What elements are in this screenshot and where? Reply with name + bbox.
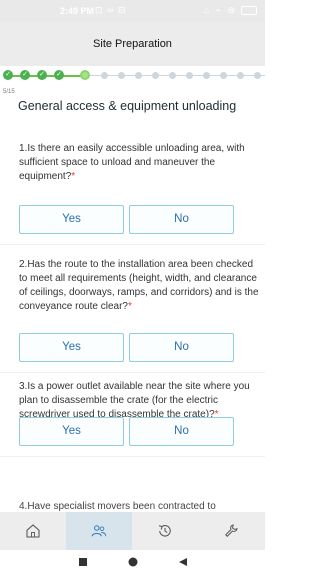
question-text: 1.Is there an easily accessible unloadin…	[19, 143, 245, 182]
divider	[0, 456, 265, 457]
step-done-icon[interactable]: ✓	[54, 70, 64, 80]
home-button-icon[interactable]	[127, 557, 139, 569]
back-icon[interactable]	[178, 557, 188, 567]
question-text: 2.Has the route to the installation area…	[19, 259, 259, 312]
no-button[interactable]: No	[129, 417, 234, 446]
home-icon	[26, 524, 40, 538]
divider	[0, 244, 265, 245]
divider	[0, 372, 265, 373]
step-pending-icon[interactable]	[135, 71, 142, 79]
step-pending-icon[interactable]	[152, 71, 159, 79]
nav-people[interactable]	[66, 512, 132, 550]
step-current-icon[interactable]	[80, 70, 90, 80]
signal-wifi-icons: ⌂ ⌁ ⊜	[203, 5, 237, 15]
system-nav-bar	[0, 550, 265, 575]
people-icon	[91, 525, 107, 537]
step-pending-icon[interactable]	[169, 71, 176, 79]
step-done-icon[interactable]: ✓	[20, 70, 30, 80]
required-mark: *	[71, 171, 76, 182]
nav-home[interactable]	[0, 512, 66, 550]
notification-icons: ⊡ ∞ ⊟	[95, 5, 127, 15]
status-time: 2:49 PM	[60, 6, 95, 16]
question-3: 3.Is a power outlet available near the s…	[19, 380, 259, 422]
step-pending-icon[interactable]	[101, 71, 108, 79]
yes-button[interactable]: Yes	[19, 205, 124, 234]
question-1: 1.Is there an easily accessible unloadin…	[19, 142, 259, 184]
step-pending-icon[interactable]	[186, 71, 193, 79]
section-title: General access & equipment unloading	[18, 99, 237, 113]
nav-history[interactable]	[132, 512, 198, 550]
required-mark: *	[127, 301, 132, 312]
question-2: 2.Has the route to the installation area…	[19, 258, 259, 314]
step-pending-icon[interactable]	[254, 71, 261, 79]
step-pending-icon[interactable]	[118, 71, 125, 79]
yes-button[interactable]: Yes	[19, 417, 124, 446]
yes-button[interactable]: Yes	[19, 333, 124, 362]
nav-tools[interactable]	[198, 512, 264, 550]
step-pending-icon[interactable]	[220, 71, 227, 79]
history-icon	[158, 525, 171, 537]
no-button[interactable]: No	[129, 333, 234, 362]
no-button[interactable]: No	[129, 205, 234, 234]
step-done-icon[interactable]: ✓	[37, 70, 47, 80]
step-pending-icon[interactable]	[237, 71, 244, 79]
recent-apps-icon[interactable]	[78, 557, 88, 567]
step-pending-icon[interactable]	[203, 71, 210, 79]
progress-stepper: ✓ ✓ ✓ ✓	[0, 66, 265, 84]
battery-icon	[241, 6, 257, 15]
page-title: Site Preparation	[93, 38, 172, 50]
question-text: 4.Have specialist movers been contracted…	[19, 501, 216, 512]
step-counter: 5/15	[3, 89, 15, 95]
page-header: Site Preparation	[0, 22, 265, 66]
status-bar: 2:49 PM ⊡ ∞ ⊟ ⌂ ⌁ ⊜	[0, 0, 265, 22]
bottom-nav	[0, 512, 265, 550]
step-done-icon[interactable]: ✓	[3, 70, 13, 80]
wrench-icon	[225, 524, 238, 537]
